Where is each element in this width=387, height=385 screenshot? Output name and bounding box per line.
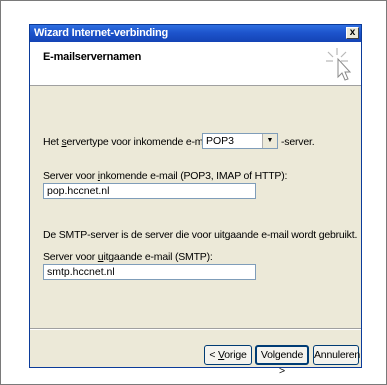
incoming-server-value: pop.hccnet.nl — [47, 185, 110, 197]
chevron-down-icon: ▼ — [266, 137, 274, 144]
wizard-cursor-icon — [326, 48, 352, 81]
page-title: E-mailservernamen — [43, 51, 142, 63]
incoming-server-label: Server voor inkomende e-mail (POP3, IMAP… — [43, 170, 288, 182]
window-title: Wizard Internet-verbinding — [34, 27, 169, 39]
title-bar[interactable]: Wizard Internet-verbinding x — [30, 25, 361, 42]
next-button[interactable]: Volgende > — [255, 345, 309, 377]
server-type-suffix: -server. — [281, 136, 315, 148]
outgoing-server-value: smtp.hccnet.nl — [47, 266, 115, 278]
server-type-value: POP3 — [206, 135, 235, 147]
header-band: E-mailservernamen — [30, 42, 361, 86]
server-type-select[interactable]: POP3 ▼ — [202, 133, 278, 149]
wizard-dialog: Wizard Internet-verbinding x E-mailserve… — [29, 24, 362, 377]
back-button[interactable]: < Vorige — [204, 345, 252, 365]
close-button[interactable]: x — [346, 27, 359, 39]
footer-separator — [30, 328, 361, 330]
incoming-server-input[interactable]: pop.hccnet.nl — [43, 183, 256, 199]
close-icon: x — [349, 27, 356, 38]
outgoing-server-input[interactable]: smtp.hccnet.nl — [43, 264, 256, 280]
dropdown-button[interactable]: ▼ — [262, 134, 277, 148]
smtp-info-text: De SMTP-server is de server die voor uit… — [43, 229, 358, 241]
cancel-button[interactable]: Annuleren — [313, 345, 360, 365]
outgoing-server-label: Server voor uitgaande e-mail (SMTP): — [43, 251, 213, 263]
